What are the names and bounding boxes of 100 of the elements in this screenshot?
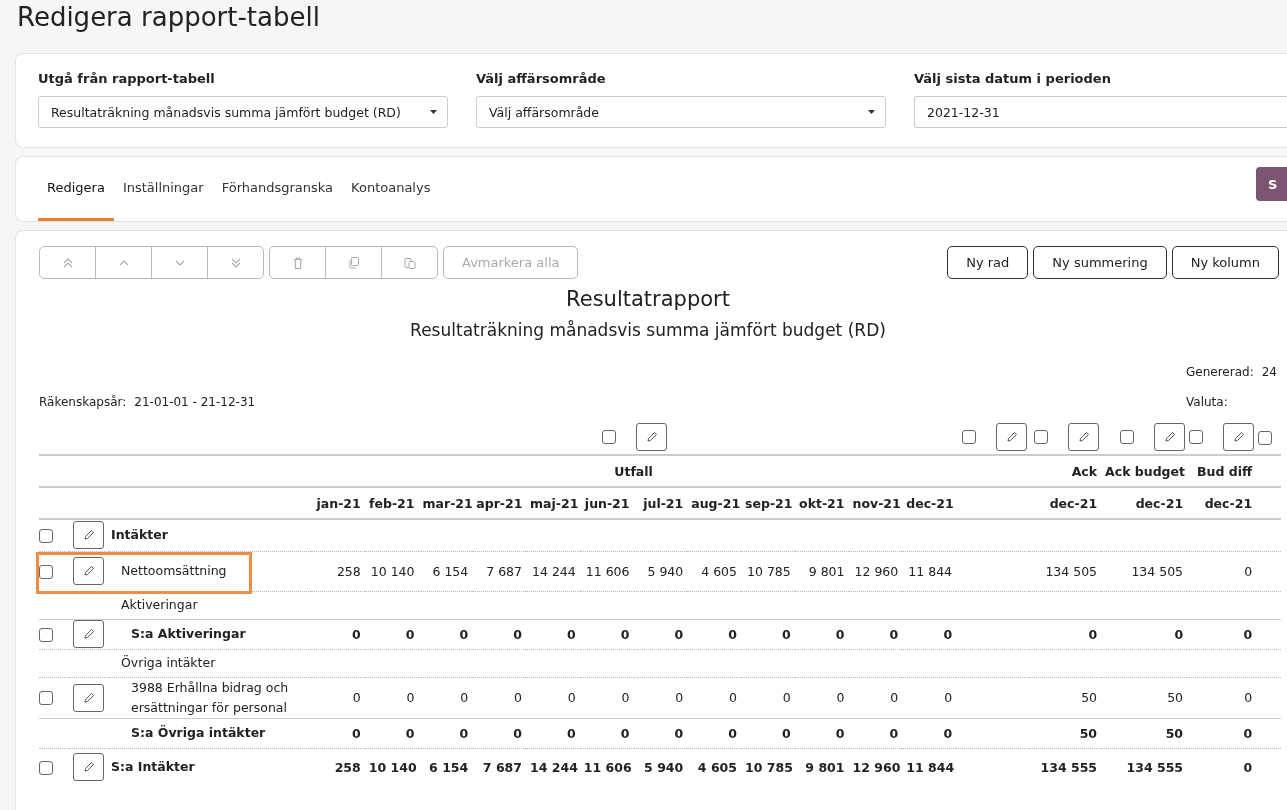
table-cell: 0 [1244,690,1253,705]
table-cell: 0 [620,725,630,741]
pencil-icon [1163,431,1176,443]
table-cell: 50 [1165,725,1184,741]
edit-button[interactable] [636,423,668,451]
table-cell: 0 [459,725,469,741]
column-heading: apr-21 [476,495,523,511]
column-heading: aug-21 [691,495,741,511]
checkbox[interactable] [1034,430,1049,444]
edit-button[interactable] [1154,423,1186,451]
row-label: S:a Intäkter [111,759,195,775]
checkbox[interactable] [39,761,53,775]
table-cell: 50 [1167,690,1184,705]
table-cell: 0 [1244,563,1253,579]
checkbox[interactable] [1258,430,1273,445]
checkbox[interactable] [39,691,53,706]
table-cell: 0 [944,690,953,705]
table-cell: 6 154 [432,563,469,579]
column-heading: feb-21 [369,495,415,511]
edit-button[interactable] [1223,423,1255,451]
table-cell: 5 940 [647,563,684,579]
edit-button[interactable] [996,423,1028,451]
table-cell: 4 605 [701,563,737,579]
column-heading: dec-21 [1135,495,1184,511]
table-cell: 0 [1243,725,1253,741]
table-cell: 0 [782,626,791,642]
caret-icon [430,110,437,114]
checkbox[interactable] [962,430,977,444]
table-cell: 7 687 [482,759,522,775]
pencil-icon [1077,431,1090,443]
table-cell: 10 785 [745,759,793,775]
tab[interactable]: Förhandsgranska [212,157,343,221]
field-label: Välj affärsområde [476,71,607,86]
table-cell: 14 244 [530,759,578,775]
table-cell: 9 801 [808,563,845,579]
table-cell: 0 [674,725,684,741]
row-label: Aktiveringar [121,597,198,612]
copy-icon [346,255,361,270]
meta-label: Genererad: [1186,365,1254,379]
table-cell: 0 [406,690,415,705]
report-title: Resultatrapport [565,287,731,311]
edit-button[interactable] [73,557,104,585]
row-label: Övriga intäkter [121,655,216,670]
table-cell: 0 [943,626,953,642]
row-label: 3988 Erhållna bidrag och ersättningar för personal [131,679,289,715]
table-cell: 4 605 [697,759,737,775]
checkbox[interactable] [602,430,617,444]
table-cell: 0 [1174,626,1184,642]
table-cell: 0 [943,725,953,741]
table-cell: 0 [405,725,415,741]
checkbox[interactable] [39,564,53,579]
edit-button[interactable] [73,521,104,550]
table-cell: 0 [1243,626,1253,642]
column-heading: jun-21 [584,495,630,511]
table-cell: 0 [836,690,845,705]
checkbox[interactable] [1189,430,1204,444]
tab[interactable]: Inställningar [113,157,213,221]
caret-icon [868,110,875,114]
column-heading: nov-21 [852,495,901,511]
table-cell: 9 801 [805,759,845,775]
checkbox[interactable] [39,627,53,642]
checkbox[interactable] [1120,430,1135,444]
add-button[interactable]: Ny kolumn [1171,246,1279,279]
table-cell: 0 [674,626,684,642]
table-cell: 11 606 [585,563,630,579]
paste-icon [402,255,417,270]
table-cell: 0 [352,725,361,741]
column-heading: dec-21 [906,495,954,511]
checkbox[interactable] [39,529,53,543]
table-cell: 0 [728,725,737,741]
table-cell: 12 960 [854,563,899,579]
table-cell: 0 [513,725,522,741]
table-cell: 0 [728,626,737,642]
table-cell: 0 [889,626,899,642]
pencil-icon [1005,431,1018,443]
tab[interactable]: Redigera [38,157,114,221]
row-label: S:a Övriga intäkter [131,725,266,740]
tab[interactable]: Kontoanalys [342,157,440,221]
add-button[interactable]: Ny summering [1033,246,1167,279]
add-button[interactable]: Ny rad [947,246,1029,279]
edit-button[interactable] [73,753,104,782]
table-cell: 0 [889,725,899,741]
table-cell: 134 505 [1131,563,1184,579]
table-cell: 11 844 [906,759,955,775]
table-cell: 0 [890,690,899,705]
edit-button[interactable] [1068,423,1100,451]
date-field[interactable]: 2021-12-31 [914,96,1287,128]
table-cell: 0 [514,690,522,705]
select-field[interactable]: Resultaträkning månadsvis summa jämfört budget (RD) [38,96,448,128]
column-heading: Ack [1071,463,1098,479]
edit-button[interactable] [73,683,104,712]
pencil-icon [82,761,95,774]
field-label: Utgå från rapport-tabell [38,71,216,86]
table-cell: 12 960 [852,759,901,775]
row-label: S:a Aktiveringar [131,626,246,641]
save-button[interactable]: S [1256,167,1287,201]
edit-button[interactable] [73,620,104,648]
select-field[interactable]: Välj affärsområde [476,96,886,128]
column-heading: dec-21 [1049,495,1098,511]
table-cell: 258 [336,563,361,579]
